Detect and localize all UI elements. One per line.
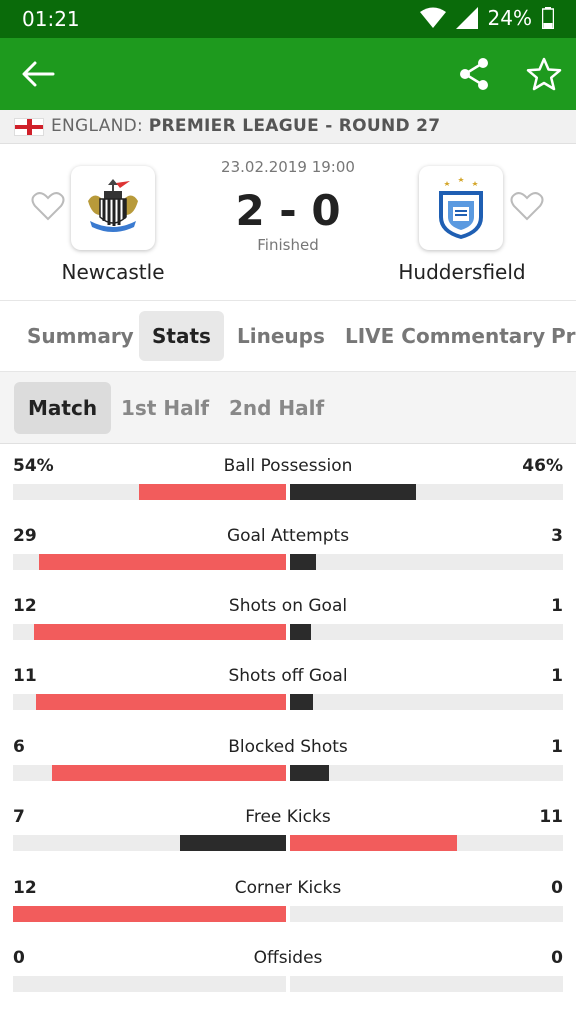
league-label: ENGLAND: PREMIER LEAGUE - ROUND 27 xyxy=(51,116,440,136)
stat-home-bar xyxy=(138,484,286,500)
stat-row: 12 Corner Kicks 0 xyxy=(0,868,576,938)
stat-away-bar-track xyxy=(290,835,563,851)
stat-home-bar-track xyxy=(13,554,286,570)
stat-away-bar-track xyxy=(290,554,563,570)
stat-row: 7 Free Kicks 11 xyxy=(0,797,576,867)
home-team-name[interactable]: Newcastle xyxy=(13,260,213,284)
stat-name: Offsides xyxy=(253,948,323,968)
league-competition: PREMIER LEAGUE - ROUND 27 xyxy=(148,116,441,136)
status-time: 01:21 xyxy=(22,7,80,31)
away-team-name[interactable]: Huddersfield xyxy=(362,260,562,284)
stat-away-value: 0 xyxy=(551,948,563,968)
league-country: ENGLAND: xyxy=(51,116,144,136)
stat-away-bar xyxy=(290,765,330,781)
stat-away-value: 1 xyxy=(551,737,563,757)
stat-name: Free Kicks xyxy=(245,807,331,827)
stat-row: 29 Goal Attempts 3 xyxy=(0,516,576,586)
stat-away-value: 1 xyxy=(551,596,563,616)
stat-away-bar xyxy=(290,694,313,710)
share-icon[interactable] xyxy=(452,52,496,96)
stat-home-bar-track xyxy=(13,765,286,781)
stat-away-bar-track xyxy=(290,624,563,640)
stat-home-bar-track xyxy=(13,484,286,500)
stat-name: Ball Possession xyxy=(223,456,353,476)
tab-live-commentary[interactable]: LIVE Commentary xyxy=(332,311,558,361)
stat-home-bar xyxy=(52,765,286,781)
stat-away-value: 0 xyxy=(551,878,563,898)
battery-percent: 24% xyxy=(487,6,532,30)
match-tabs: Summary Stats Lineups LIVE Commentary Pr xyxy=(0,300,576,372)
stat-away-bar-track xyxy=(290,765,563,781)
tab-summary[interactable]: Summary xyxy=(14,311,147,361)
stat-away-bar xyxy=(290,835,457,851)
stat-away-value: 1 xyxy=(551,666,563,686)
stat-home-bar xyxy=(38,554,286,570)
star-outline-icon[interactable] xyxy=(522,52,566,96)
league-header[interactable]: ENGLAND: PREMIER LEAGUE - ROUND 27 xyxy=(0,110,576,144)
stat-home-bar-track xyxy=(13,835,286,851)
heart-outline-icon[interactable] xyxy=(510,190,544,222)
status-icons: 24% xyxy=(419,6,554,30)
tab-partial[interactable]: Pr xyxy=(538,311,576,361)
period-tabs: Match 1st Half 2nd Half xyxy=(0,372,576,444)
stat-row: 11 Shots off Goal 1 xyxy=(0,656,576,726)
away-team-logo[interactable] xyxy=(419,166,503,250)
subtab-2nd-half[interactable]: 2nd Half xyxy=(215,382,338,434)
stat-name: Corner Kicks xyxy=(234,878,342,898)
stat-away-bar-track xyxy=(290,906,563,922)
tab-stats[interactable]: Stats xyxy=(139,311,224,361)
stat-away-value: 3 xyxy=(551,526,563,546)
stat-away-bar xyxy=(290,624,312,640)
stat-away-value: 46% xyxy=(522,456,563,476)
stat-home-bar xyxy=(13,906,286,922)
subtab-match[interactable]: Match xyxy=(14,382,112,434)
stat-home-bar-track xyxy=(13,694,286,710)
stat-row: 0 Offsides 0 xyxy=(0,938,576,1008)
stat-row: 12 Shots on Goal 1 xyxy=(0,586,576,656)
stat-home-bar xyxy=(179,835,286,851)
stat-name: Shots off Goal xyxy=(228,666,348,686)
signal-icon xyxy=(455,7,478,29)
stat-away-value: 11 xyxy=(539,807,563,827)
stat-away-bar xyxy=(290,554,316,570)
stat-row: 54% Ball Possession 46% xyxy=(0,446,576,516)
stat-name: Shots on Goal xyxy=(228,596,348,616)
battery-icon xyxy=(542,7,554,29)
subtab-1st-half[interactable]: 1st Half xyxy=(107,382,223,434)
wifi-icon xyxy=(419,7,446,28)
stat-home-bar xyxy=(34,624,286,640)
app-bar xyxy=(0,38,576,110)
stat-name: Blocked Shots xyxy=(228,737,348,757)
stat-away-bar-track xyxy=(290,694,563,710)
huddersfield-crest-icon xyxy=(439,177,483,239)
match-header: 23.02.2019 19:00 2 - 0 Finished Newcastl… xyxy=(0,144,576,300)
arrow-left-icon[interactable] xyxy=(16,52,60,96)
status-bar: 01:21 24% xyxy=(0,0,576,38)
stat-away-bar-track xyxy=(290,976,563,992)
stat-away-bar xyxy=(290,484,416,500)
stat-row: 6 Blocked Shots 1 xyxy=(0,727,576,797)
tab-lineups[interactable]: Lineups xyxy=(224,311,338,361)
stat-away-bar-track xyxy=(290,484,563,500)
stat-home-bar-track xyxy=(13,906,286,922)
stat-home-bar-track xyxy=(13,624,286,640)
stat-home-bar-track xyxy=(13,976,286,992)
stat-home-bar xyxy=(35,694,286,710)
england-flag-icon xyxy=(14,118,44,136)
stat-name: Goal Attempts xyxy=(226,526,350,546)
